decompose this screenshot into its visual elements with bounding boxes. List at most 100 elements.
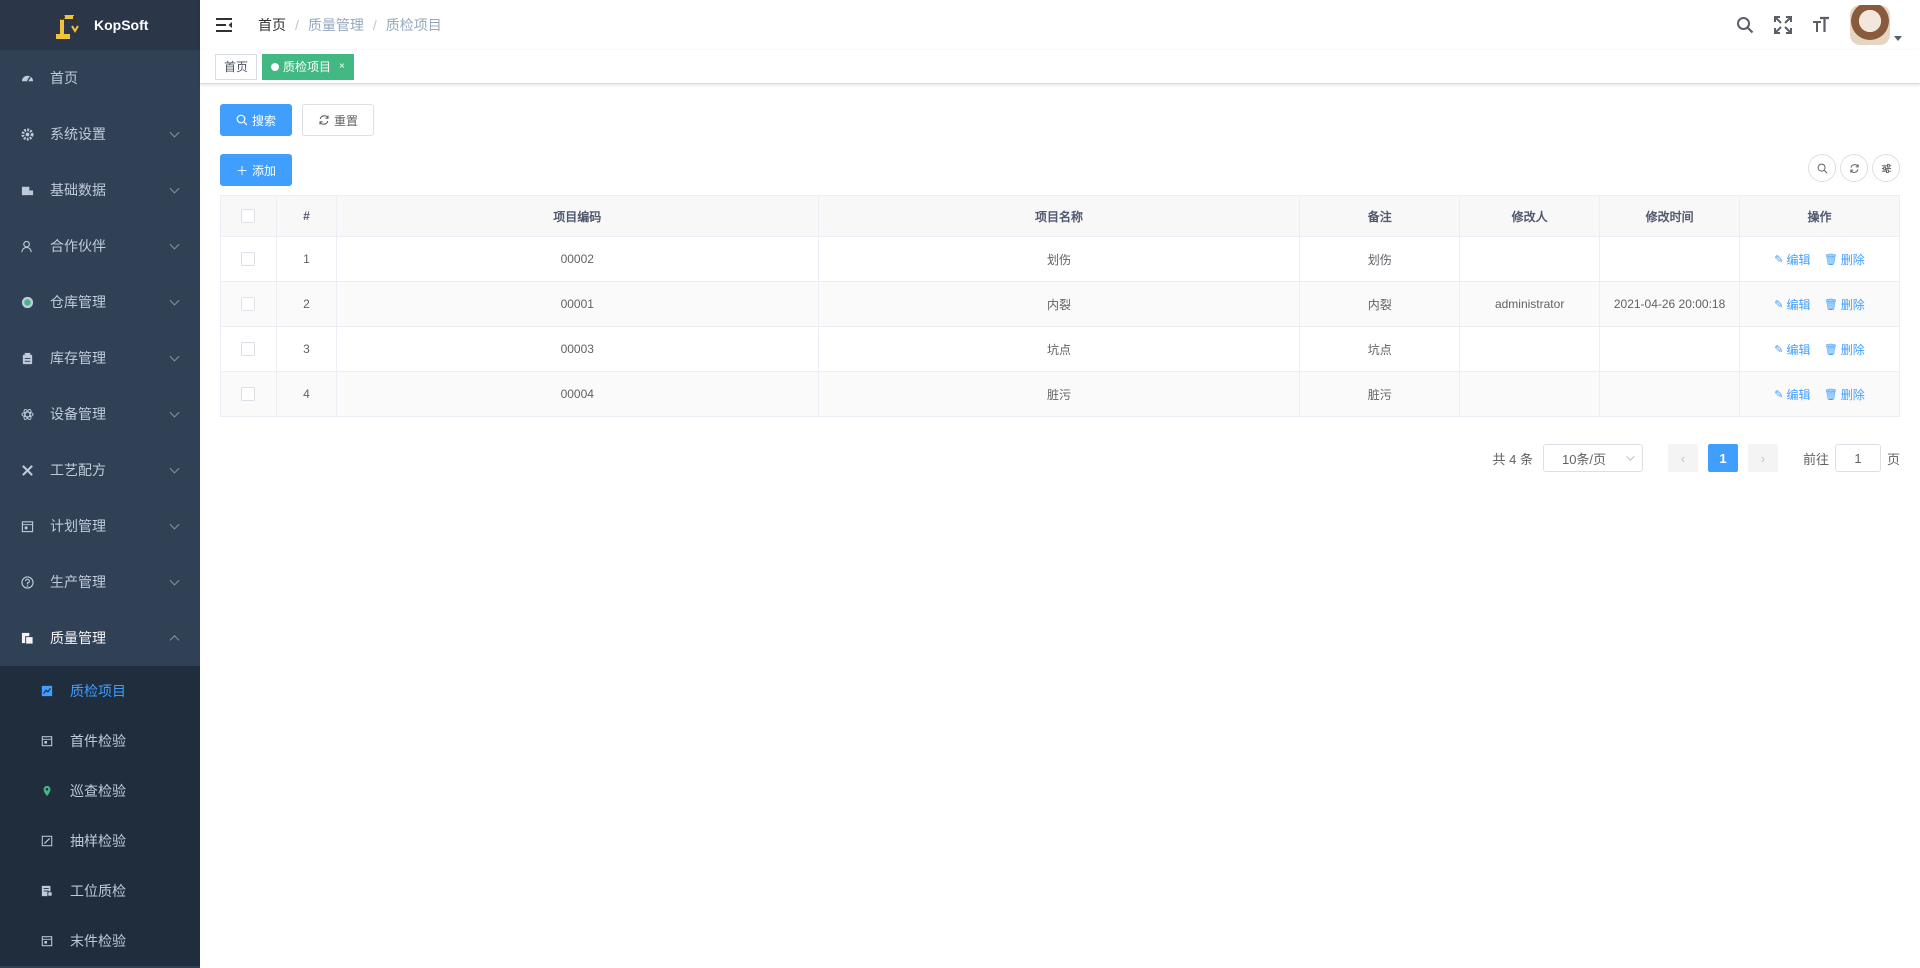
tag-label: 首页 [224,59,249,74]
form-icon [40,934,54,948]
reset-button-label: 重置 [334,113,359,128]
page-number-button[interactable]: 1 [1707,444,1738,472]
tag-home[interactable]: 首页 [215,53,258,80]
font-size-button[interactable] [1802,0,1840,50]
edit-button[interactable]: ✎ 编辑 [1774,296,1810,313]
edit-icon: ✎ [1774,388,1784,401]
sidebar-item-first-article[interactable]: 首件检验 [0,716,200,766]
sidebar-item-production[interactable]: 生产管理 [0,554,200,610]
close-icon[interactable]: × [339,55,345,79]
sidebar-item-label: 质量管理 [50,630,106,646]
sidebar: KopSoft 首页 系统设置 基础数据 合作伙伴 仓库管理 库存管理 设备管理… [0,0,200,968]
search-button-label: 搜索 [252,113,277,128]
chevron-down-icon [169,183,180,194]
sidebar-item-quality[interactable]: 质量管理 [0,610,200,666]
select-cell [220,236,277,282]
fullscreen-button[interactable] [1764,0,1802,50]
sidebar-item-home[interactable]: 首页 [0,50,200,106]
select-all-cell [220,195,277,237]
column-settings-button[interactable] [1872,154,1900,182]
sidebar-item-label: 库存管理 [50,350,106,366]
edit-icon: ✎ [1774,343,1784,356]
column-header: 项目名称 [817,195,1301,237]
edit-button[interactable]: ✎ 编辑 [1774,341,1810,358]
table-toolbar: ＋ 添加 [220,154,1900,186]
chart-icon [40,684,54,698]
refresh-button[interactable] [1840,154,1868,182]
edit-button[interactable]: ✎ 编辑 [1774,386,1810,403]
select-all-checkbox[interactable] [241,209,256,224]
delete-button[interactable]: 🗑 删除 [1824,251,1865,268]
sidebar-item-system-settings[interactable]: 系统设置 [0,106,200,162]
delete-button[interactable]: 🗑 删除 [1824,386,1865,403]
page-size-value: 10条/页 [1561,451,1607,467]
row-checkbox[interactable] [241,342,256,357]
chevron-up-icon [169,635,180,646]
question-circle-icon [20,575,34,589]
row-checkbox[interactable] [241,252,256,267]
sidebar-item-last-article[interactable]: 末件检验 [0,916,200,966]
edit-label: 编辑 [1786,297,1811,312]
goto-suffix: 页 [1886,451,1900,467]
form-icon [40,734,54,748]
actions-cell: ✎ 编辑 🗑 删除 [1739,326,1900,372]
sidebar-item-process-recipe[interactable]: 工艺配方 [0,442,200,498]
chevron-down-icon [169,463,180,474]
page-size-select[interactable]: 10条/页 [1542,444,1643,472]
hamburger-toggle[interactable] [200,0,250,50]
peoples-icon [20,239,34,253]
logo[interactable]: KopSoft [0,0,200,50]
next-page-button[interactable]: › [1747,444,1778,472]
delete-label: 删除 [1840,297,1865,312]
delete-button[interactable]: 🗑 删除 [1824,341,1865,358]
prev-page-button[interactable]: ‹ [1667,444,1698,472]
breadcrumb: 首页 / 质量管理 / 质检项目 [258,15,442,35]
search-button[interactable]: 搜索 [220,104,293,136]
sidebar-item-plan[interactable]: 计划管理 [0,498,200,554]
edit-button[interactable]: ✎ 编辑 [1774,251,1810,268]
sidebar-item-equipment[interactable]: 设备管理 [0,386,200,442]
header-search-button[interactable] [1726,0,1764,50]
search-icon [236,114,248,126]
sidebar-item-inspection-items[interactable]: 质检项目 [0,666,200,716]
sidebar-item-label: 首件检验 [70,733,126,749]
code-cell: 00003 [335,326,819,372]
sidebar-item-patrol[interactable]: 巡查检验 [0,766,200,816]
add-button[interactable]: ＋ 添加 [220,154,293,186]
chevron-down-icon [1626,452,1635,461]
delete-button[interactable]: 🗑 删除 [1824,296,1865,313]
sidebar-item-label: 末件检验 [70,933,126,949]
breadcrumb-item[interactable]: 首页 [258,15,286,35]
toggle-search-button[interactable] [1808,154,1836,182]
plan-icon [20,519,34,533]
modified-at-cell [1599,371,1741,417]
logo-title: KopSoft [94,17,149,33]
sidebar-item-basic-data[interactable]: 基础数据 [0,162,200,218]
sidebar-item-label: 工艺配方 [50,462,106,478]
remark-cell: 划伤 [1299,236,1461,282]
tag-label: 质检项目 [283,59,332,74]
sidebar-item-inventory[interactable]: 库存管理 [0,330,200,386]
sidebar-item-partners[interactable]: 合作伙伴 [0,218,200,274]
index-cell: 2 [275,281,337,327]
sidebar-item-label: 首页 [50,70,78,86]
row-checkbox[interactable] [241,387,256,402]
actions-cell: ✎ 编辑 🗑 删除 [1739,236,1900,282]
column-header: 操作 [1739,195,1900,237]
chevron-left-icon: ‹ [1680,450,1686,466]
user-avatar-dropdown[interactable] [1850,5,1902,45]
row-checkbox[interactable] [241,297,256,312]
name-cell: 脏污 [817,371,1301,417]
pagination-total: 共 4 条 [1492,451,1533,467]
chevron-down-icon [169,239,180,250]
breadcrumb-item: 质量管理 [307,17,364,33]
remark-cell: 坑点 [1299,326,1461,372]
goto-page-input[interactable] [1834,444,1881,472]
name-cell: 坑点 [817,326,1301,372]
sidebar-item-warehouse[interactable]: 仓库管理 [0,274,200,330]
sidebar-item-sampling[interactable]: 抽样检验 [0,816,200,866]
tag-inspection-items[interactable]: 质检项目 × [262,53,354,80]
sidebar-item-station[interactable]: 工位质检 [0,866,200,916]
goto-prefix: 前往 [1802,451,1829,467]
reset-button[interactable]: 重置 [302,104,375,136]
